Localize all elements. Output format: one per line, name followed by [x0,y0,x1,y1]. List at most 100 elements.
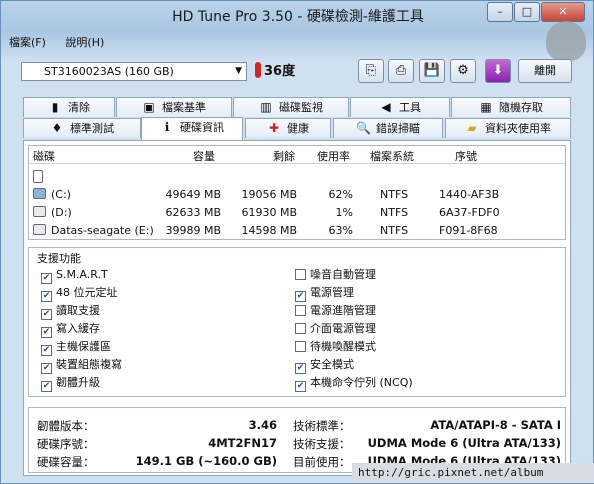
support-label: 技術支援： [293,437,351,451]
capacity-label: 硬碟容量： [37,455,95,469]
erase-icon: ▮ [51,100,59,114]
chevron-down-icon: ▼ [235,66,242,76]
checkbox [295,305,306,316]
drive-select-value: ST3160023AS (160 GB) [44,65,174,78]
tab-erase[interactable]: ▮ 清除 [23,97,115,117]
standard-value: ATA/ATAPI-8 - SATA I [430,418,561,432]
tab-tools[interactable]: ◀ 工具 [350,97,450,117]
error-scan-icon: 🔍 [356,121,371,135]
col-disk[interactable]: 磁碟 [33,148,55,164]
drive-icon [33,224,46,235]
drive-row[interactable]: (C:) 49649 MB 19056 MB 62% NTFS 1440-AF3… [29,186,565,203]
feature-smart: ✔ S.M.A.R.T [41,268,108,284]
firmware-label: 韌體版本： [37,419,95,433]
drive-list[interactable]: 磁碟 容量 剩餘 使用率 檔案系統 序號 (C:) 49649 MB 19056… [28,145,566,240]
checkbox: ✔ [295,363,306,374]
disk-info-panel: 磁碟 容量 剩餘 使用率 檔案系統 序號 (C:) 49649 MB 19056… [23,140,571,476]
feature-firmware-upgrade: ✔ 韌體升級 [41,376,100,392]
firmware-value: 3.46 [248,418,277,432]
checkbox: ✔ [41,327,52,338]
feature-advanced-power: 電源進階管理 [295,304,376,320]
file-benchmark-icon: ▣ [143,100,155,114]
temperature-value: 36度 [264,64,296,79]
download-icon[interactable]: ⬇ [485,59,511,83]
drive-row[interactable]: (D:) 62633 MB 61930 MB 1% NTFS 6A37-FDF0 [29,204,565,221]
checkbox: ✔ [41,273,52,284]
mascot-logo [546,21,586,61]
serial-value: 4MT2FN17 [208,436,277,450]
drive-row[interactable] [29,168,565,185]
feature-power-management: ✔ 電源管理 [295,286,354,302]
watermark-url: http://gric.pixnet.net/album [352,463,594,483]
title-bar[interactable]: HD Tune Pro 3.50 - 硬碟檢測-維護工具 – □ ✕ [1,1,594,31]
checkbox: ✔ [41,291,52,302]
windows-drive-icon [33,188,46,199]
feature-ncq: ✔ 本機命令佇列 (NCQ) [295,376,413,392]
file-icon [33,170,43,183]
col-serial[interactable]: 序號 [455,148,477,164]
save-icon[interactable]: 💾 [419,59,445,83]
disk-monitor-icon: ▥ [260,100,272,114]
supported-features: 支援功能 ✔ S.M.A.R.T ✔ 48 位元定址 ✔ 讀取支援 ✔ 寫入緩存 ✔ 主機… [28,247,566,397]
feature-security: ✔ 安全模式 [295,358,354,374]
serial-label: 硬碟序號： [37,437,95,451]
features-title: 支援功能 [37,252,81,265]
folder-usage-icon: ▰ [467,121,477,135]
maximize-button[interactable]: □ [514,2,540,22]
close-button[interactable]: ✕ [541,2,585,22]
copy-icon[interactable]: ⎘ [358,59,384,83]
tab-error-scan[interactable]: 🔍 錯誤掃瞄 [333,118,443,138]
checkbox: ✔ [41,363,52,374]
checkbox [295,323,306,334]
options-icon[interactable]: ⚙ [450,59,476,83]
drive-row[interactable]: Datas-seagate (E:) 39989 MB 14598 MB 63%… [29,222,565,239]
checkbox: ✔ [295,291,306,302]
random-access-icon: ▦ [480,100,492,114]
thermometer-icon [255,62,261,78]
minimize-button[interactable]: – [487,2,513,22]
tab-folder-usage[interactable]: ▰ 資料夾使用率 [445,118,571,138]
tab-file-benchmark[interactable]: ▣ 檔案基準 [116,97,232,117]
checkbox [295,341,306,352]
exit-button[interactable]: 離開 [518,59,572,83]
feature-standby: 待機喚醒模式 [295,340,376,356]
col-free[interactable]: 剩餘 [273,148,295,164]
support-value: UDMA Mode 6 (Ultra ATA/133) [367,436,561,450]
feature-48bit: ✔ 48 位元定址 [41,286,118,302]
tab-benchmark[interactable]: ♦ 標準測試 [23,118,141,138]
feature-acoustic: 噪音自動管理 [295,268,376,284]
col-filesystem[interactable]: 檔案系統 [370,148,414,164]
checkbox: ✔ [41,309,52,320]
tools-icon: ◀ [381,100,391,114]
info-icon: ℹ [164,120,170,134]
feature-interface-power: 介面電源管理 [295,322,376,338]
tab-health[interactable]: ✚ 健康 [245,118,331,138]
capacity-value: 149.1 GB (~160.0 GB) [135,454,277,468]
app-window: HD Tune Pro 3.50 - 硬碟檢測-維護工具 – □ ✕ 檔案(F)… [0,0,594,484]
health-icon: ✚ [268,121,280,135]
menu-bar: 檔案(F) 說明(H) [9,34,120,52]
drive-select[interactable]: ST3160023AS (160 GB) ▼ [21,62,247,81]
drive-icon [33,206,46,217]
checkbox [295,269,306,280]
copy-text-icon[interactable]: ⎙ [388,59,414,83]
col-usage[interactable]: 使用率 [317,148,350,164]
feature-write-cache: ✔ 寫入緩存 [41,322,100,338]
checkbox: ✔ [41,381,52,392]
col-capacity[interactable]: 容量 [193,148,215,164]
menu-file[interactable]: 檔案(F) [9,34,46,50]
active-label: 目前使用： [293,455,351,469]
feature-dco: ✔ 裝置組態複寫 [41,358,122,374]
checkbox: ✔ [295,381,306,392]
tab-random-access[interactable]: ▦ 隨機存取 [451,97,571,117]
feature-read: ✔ 讀取支援 [41,304,100,320]
drive-list-header: 磁碟 容量 剩餘 使用率 檔案系統 序號 [29,146,565,164]
feature-hpa: ✔ 主機保護區 [41,340,111,356]
standard-label: 技術標準： [293,419,351,433]
tab-disk-monitor[interactable]: ▥ 磁碟監視 [233,97,349,117]
temperature-readout: 36度 [255,60,295,79]
tab-disk-info[interactable]: ℹ 硬碟資訊 [141,117,243,140]
checkbox: ✔ [41,345,52,356]
benchmark-icon: ♦ [51,121,63,135]
menu-help[interactable]: 說明(H) [65,34,104,50]
